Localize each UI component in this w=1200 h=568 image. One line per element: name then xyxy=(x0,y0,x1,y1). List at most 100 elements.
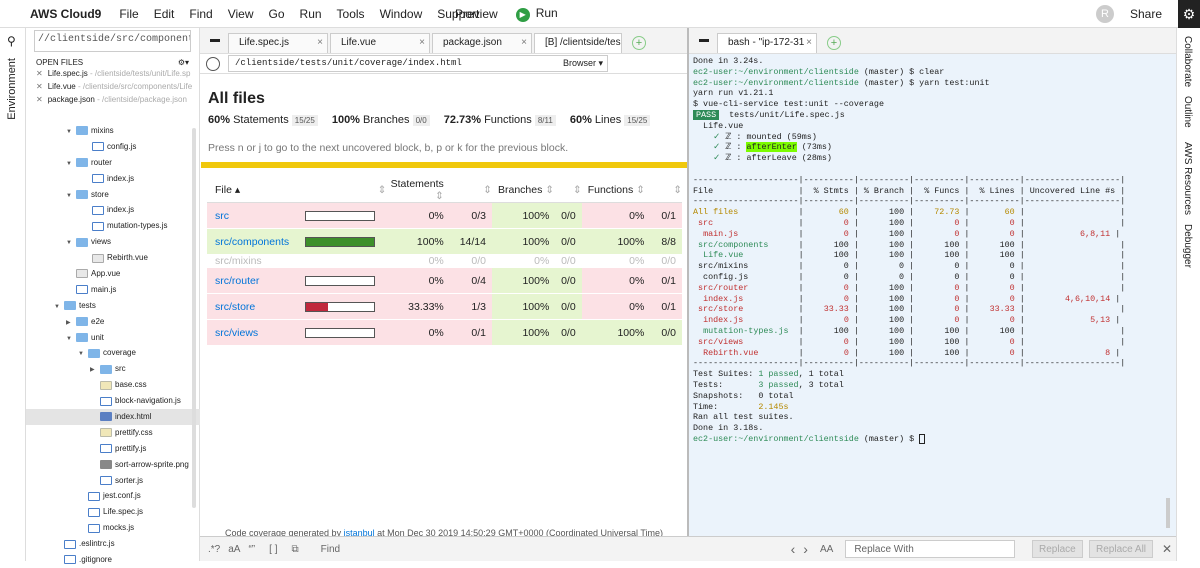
tree-item[interactable]: block-navigation.js xyxy=(26,393,200,409)
statements-header[interactable]: Statements ⇕ xyxy=(386,178,450,203)
menu-file[interactable]: File xyxy=(119,7,138,21)
tree-item[interactable]: .gitignore xyxy=(26,552,200,568)
run-button[interactable]: ▶ Run xyxy=(515,6,558,22)
tree-item[interactable]: sort-arrow-sprite.png xyxy=(26,457,200,473)
tree-item[interactable]: Rebirth.vue xyxy=(26,250,200,266)
open-file-item[interactable]: ✕ Life.spec.js - /clientside/tests/unit/L… xyxy=(26,67,199,80)
tree-item[interactable]: ▼ mixins xyxy=(26,123,200,139)
tree-item[interactable]: ▶ src xyxy=(26,361,200,377)
avatar[interactable]: R xyxy=(1095,5,1114,23)
close-icon[interactable]: ✕ xyxy=(36,69,43,78)
aws-resources-tab[interactable]: AWS Resources xyxy=(1182,142,1193,215)
menu-view[interactable]: View xyxy=(228,7,254,21)
expand-icon[interactable]: ⧉ xyxy=(291,544,298,555)
tree-item[interactable]: ▼ coverage xyxy=(26,345,200,361)
tree-item[interactable]: App.vue xyxy=(26,266,200,282)
sidebar-scrollbar[interactable] xyxy=(192,128,196,508)
find-input[interactable]: Find xyxy=(321,544,791,555)
preview-button[interactable]: Preview xyxy=(455,7,498,21)
replace-input[interactable]: Replace With xyxy=(845,540,1016,558)
tree-item[interactable]: mutation-types.js xyxy=(26,218,200,234)
refresh-icon[interactable] xyxy=(206,56,220,71)
close-icon[interactable]: ✕ xyxy=(1162,542,1172,556)
tree-item[interactable]: index.js xyxy=(26,202,200,218)
add-tab-icon[interactable]: + xyxy=(827,36,841,50)
close-icon[interactable]: ✕ xyxy=(36,82,43,91)
menu-find[interactable]: Find xyxy=(189,7,212,21)
functions-header[interactable]: Functions ⇕ xyxy=(581,178,651,203)
tree-item[interactable]: base.css xyxy=(26,377,200,393)
next-icon[interactable]: › xyxy=(803,541,808,557)
replace-button[interactable]: Replace xyxy=(1032,540,1083,558)
tree-item[interactable]: jest.conf.js xyxy=(26,488,200,504)
tab-browser[interactable]: [B] /clientside/tes xyxy=(534,33,622,53)
regex-toggle[interactable]: .*? xyxy=(208,544,220,555)
file-link[interactable]: src/components xyxy=(207,228,297,255)
folder-icon xyxy=(88,348,100,358)
gear-icon[interactable]: ⚙ xyxy=(1178,0,1200,28)
collaborate-tab[interactable]: Collaborate xyxy=(1182,36,1193,87)
menu-window[interactable]: Window xyxy=(380,7,423,21)
tab-life-spec[interactable]: Life.spec.js × xyxy=(228,33,328,53)
file-link[interactable]: src/mixins xyxy=(207,254,297,268)
close-icon[interactable]: ✕ xyxy=(36,95,43,104)
menu-tools[interactable]: Tools xyxy=(337,7,365,21)
tree-item[interactable]: ▶ e2e xyxy=(26,314,200,330)
menu-go[interactable]: Go xyxy=(269,7,285,21)
branches-header[interactable]: Branches ⇕ xyxy=(491,178,556,203)
share-button[interactable]: Share xyxy=(1130,7,1162,21)
search-icon[interactable]: ⚲ xyxy=(7,34,16,48)
terminal-scrollbar[interactable] xyxy=(1166,498,1170,528)
tab-life-vue[interactable]: Life.vue × xyxy=(330,33,430,53)
file-link[interactable]: src/store xyxy=(207,293,297,320)
tree-item[interactable]: .eslintrc.js xyxy=(26,536,200,552)
tree-item[interactable]: ▼ router xyxy=(26,155,200,171)
menu-run[interactable]: Run xyxy=(300,7,322,21)
tree-item[interactable]: prettify.js xyxy=(26,441,200,457)
aa-toggle[interactable]: AA xyxy=(820,544,833,555)
file-link[interactable]: src/views xyxy=(207,319,297,346)
tree-item[interactable]: index.js xyxy=(26,171,200,187)
case-toggle[interactable]: aA xyxy=(228,544,240,555)
settings-icon[interactable]: ⚙▾ xyxy=(178,58,189,67)
file-header[interactable]: File ▴ xyxy=(207,178,297,203)
environment-tab[interactable]: Environment xyxy=(6,58,18,120)
tree-item[interactable]: ▼ views xyxy=(26,234,200,250)
app-brand[interactable]: AWS Cloud9 xyxy=(30,7,101,21)
url-input[interactable]: /clientside/tests/unit/coverage/index.ht… xyxy=(228,55,608,72)
replace-all-button[interactable]: Replace All xyxy=(1089,540,1154,558)
tab-bash[interactable]: bash - "ip-172-31 × xyxy=(717,33,817,53)
file-icon xyxy=(88,523,100,533)
selection-toggle[interactable]: [ ] xyxy=(269,544,277,555)
tab-package-json[interactable]: package.json × xyxy=(432,33,532,53)
file-link[interactable]: src xyxy=(207,202,297,229)
debugger-tab[interactable]: Debugger xyxy=(1182,224,1193,268)
tree-item[interactable]: ▼ unit xyxy=(26,330,200,346)
terminal-output[interactable]: Done in 3.24s. ec2-user:~/environment/cl… xyxy=(693,56,1125,445)
folder-icon xyxy=(76,158,88,168)
tree-item[interactable]: Life.spec.js xyxy=(26,504,200,520)
open-file-item[interactable]: ✕ package.json - /clientside/package.json xyxy=(26,93,199,106)
file-search-input[interactable]: //clientside/src/components xyxy=(34,30,191,52)
coverage-bar xyxy=(304,210,375,221)
file-link[interactable]: src/router xyxy=(207,267,297,294)
open-file-item[interactable]: ✕ Life.vue - /clientside/src/components/L… xyxy=(26,80,199,93)
tree-item[interactable]: prettify.css xyxy=(26,425,200,441)
tree-item[interactable]: sorter.js xyxy=(26,473,200,489)
word-toggle[interactable]: “” xyxy=(248,544,255,555)
tree-item[interactable]: config.js xyxy=(26,139,200,155)
prev-icon[interactable]: ‹ xyxy=(791,541,796,557)
folder-icon xyxy=(76,189,88,199)
tree-item[interactable]: index.html xyxy=(26,409,200,425)
coverage-bar xyxy=(304,275,375,286)
browser-dropdown[interactable]: Browser ▾ xyxy=(563,58,603,69)
tree-item[interactable]: main.js xyxy=(26,282,200,298)
tree-item[interactable]: mocks.js xyxy=(26,520,200,536)
outline-tab[interactable]: Outline xyxy=(1182,96,1193,128)
tree-item[interactable]: ▼ store xyxy=(26,187,200,203)
tree-item[interactable]: ▼ tests xyxy=(26,298,200,314)
folder-icon xyxy=(76,317,88,327)
menu-bar: AWS Cloud9 File Edit Find View Go Run Tools Win… xyxy=(0,0,1200,28)
add-tab-icon[interactable]: + xyxy=(632,36,646,50)
menu-edit[interactable]: Edit xyxy=(154,7,175,21)
